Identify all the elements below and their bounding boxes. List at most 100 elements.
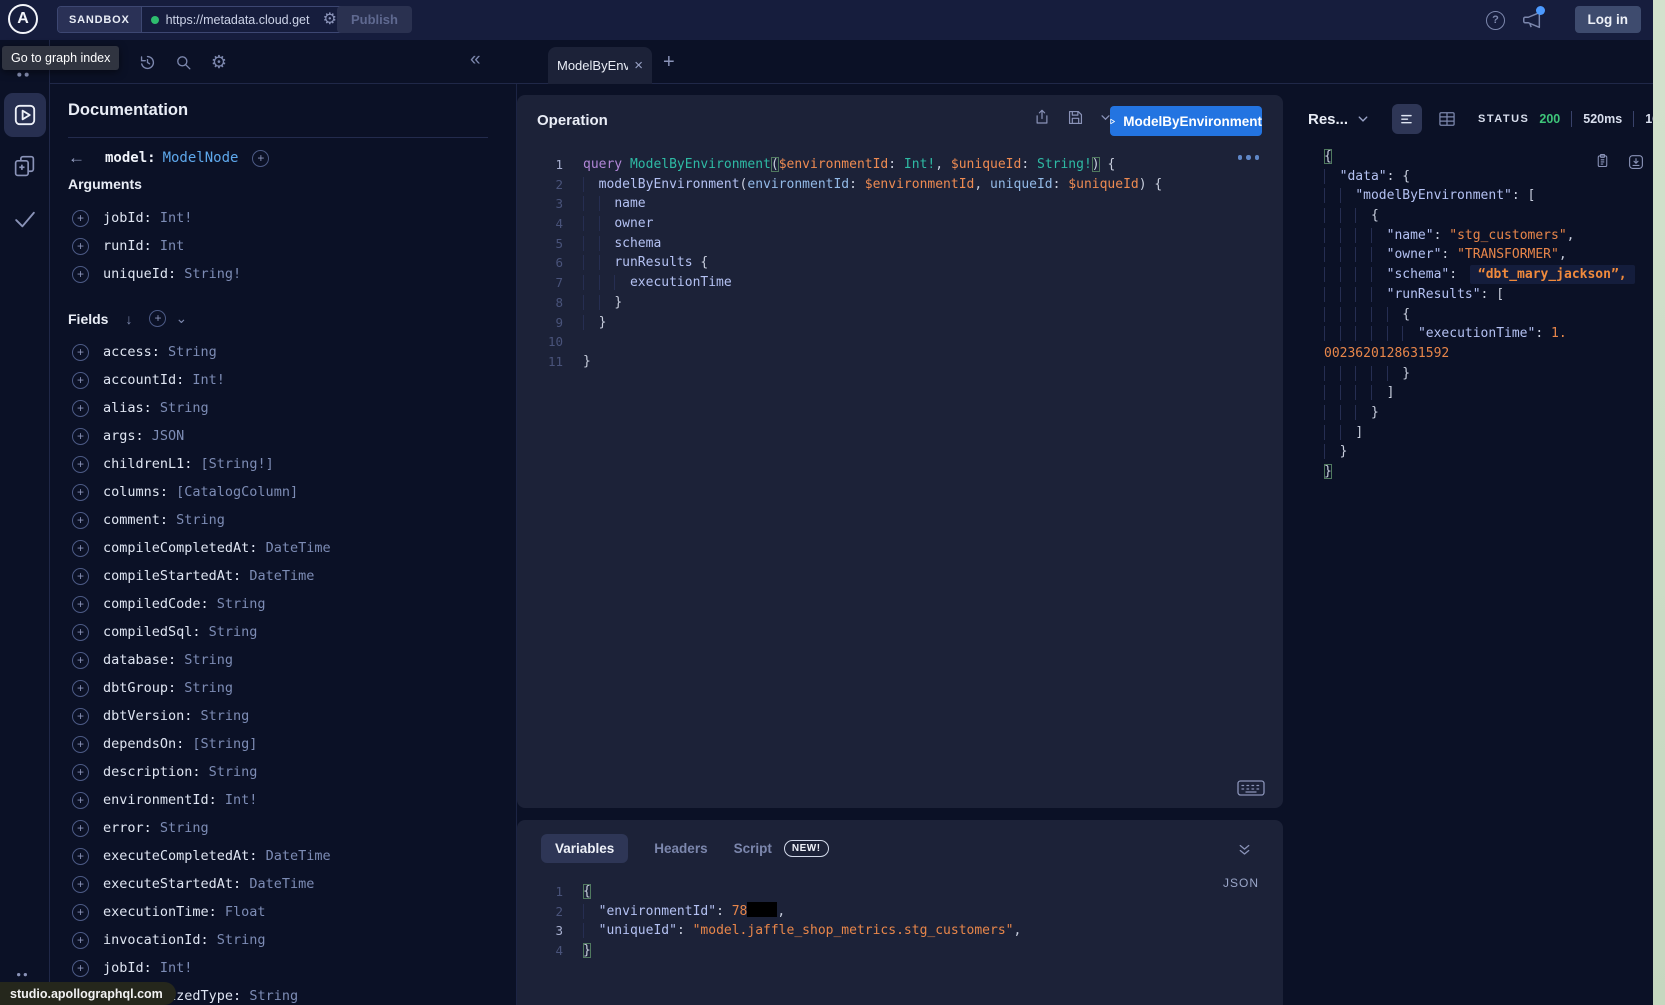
field-type[interactable]: String [249, 988, 298, 1004]
add-to-query-icon[interactable]: + [72, 372, 89, 389]
variables-editor[interactable]: 1{2 "environmentId": 78,3 "uniqueId": "m… [517, 882, 1283, 961]
field-type[interactable]: DateTime [266, 540, 331, 556]
add-to-query-icon[interactable]: + [72, 876, 89, 893]
add-to-query-icon[interactable]: + [72, 238, 89, 255]
field-type[interactable]: String [209, 764, 258, 780]
add-to-query-icon[interactable]: + [72, 568, 89, 585]
field-type[interactable]: Int [160, 238, 184, 254]
add-to-query-icon[interactable]: + [72, 680, 89, 697]
add-to-query-icon[interactable]: + [72, 400, 89, 417]
share-icon[interactable] [1033, 107, 1051, 127]
collapse-variables-icon[interactable] [1236, 842, 1253, 859]
operation-editor[interactable]: 1query ModelByEnvironment($environmentId… [517, 155, 1283, 372]
new-tab-button[interactable]: + [663, 51, 675, 74]
add-to-query-icon[interactable]: + [72, 792, 89, 809]
field-name[interactable]: compiledSql: [103, 624, 209, 640]
field-name[interactable]: database: [103, 652, 184, 668]
sort-fields-icon[interactable]: ↓ [125, 311, 132, 327]
field-name[interactable]: compileStartedAt: [103, 568, 249, 584]
add-all-fields-icon[interactable]: + [252, 150, 269, 167]
add-to-query-icon[interactable]: + [72, 428, 89, 445]
field-type[interactable]: String! [184, 266, 241, 282]
add-to-query-icon[interactable]: + [72, 484, 89, 501]
add-to-query-icon[interactable]: + [72, 848, 89, 865]
field-type[interactable]: String [217, 932, 266, 948]
add-to-query-icon[interactable]: + [72, 624, 89, 641]
field-type[interactable]: String [160, 400, 209, 416]
keyboard-shortcuts-icon[interactable] [1237, 779, 1265, 797]
field-name[interactable]: environmentId: [103, 792, 225, 808]
field-name[interactable]: invocationId: [103, 932, 217, 948]
field-type[interactable]: Int! [160, 960, 193, 976]
explorer-nav-icon[interactable] [4, 93, 46, 137]
response-body[interactable]: { "data": { "modelByEnvironment": [ { "n… [1324, 147, 1635, 482]
endpoint-url-text[interactable]: https://metadata.cloud.get [166, 13, 316, 27]
connection-settings-icon[interactable]: ⚙ [323, 12, 337, 28]
field-type[interactable]: [CatalogColumn] [176, 484, 298, 500]
field-name[interactable]: args: [103, 428, 152, 444]
field-name[interactable]: dbtVersion: [103, 708, 201, 724]
help-icon[interactable]: ? [1486, 11, 1505, 30]
response-dropdown-chevron-icon[interactable] [1357, 113, 1369, 125]
field-name[interactable]: childrenL1: [103, 456, 201, 472]
add-to-query-icon[interactable]: + [72, 596, 89, 613]
add-to-query-icon[interactable]: + [72, 210, 89, 227]
add-to-query-icon[interactable]: + [72, 708, 89, 725]
field-type[interactable]: String [209, 624, 258, 640]
apollo-logo[interactable]: A [8, 4, 38, 34]
field-name[interactable]: description: [103, 764, 209, 780]
add-to-query-icon[interactable]: + [72, 932, 89, 949]
field-type[interactable]: [String] [192, 736, 257, 752]
field-type[interactable]: DateTime [249, 568, 314, 584]
endpoint-url-input[interactable]: https://metadata.cloud.get ⚙ [142, 7, 352, 32]
close-tab-icon[interactable]: × [634, 57, 643, 74]
publish-button[interactable]: Publish [337, 6, 412, 33]
field-type[interactable]: String [184, 680, 233, 696]
add-to-query-icon[interactable]: + [72, 960, 89, 977]
add-to-query-icon[interactable]: + [72, 540, 89, 557]
field-name[interactable]: alias: [103, 400, 160, 416]
field-name[interactable]: runId: [103, 238, 160, 254]
settings-gear-icon[interactable]: ⚙ [208, 51, 230, 73]
add-to-query-icon[interactable]: + [72, 736, 89, 753]
field-name[interactable]: error: [103, 820, 160, 836]
field-name[interactable]: comment: [103, 512, 176, 528]
response-tree-view-button[interactable] [1392, 104, 1422, 134]
field-type[interactable]: Int! [160, 210, 193, 226]
tab-variables[interactable]: Variables [541, 834, 628, 863]
back-arrow-icon[interactable]: ← [68, 148, 105, 168]
field-name[interactable]: jobId: [103, 210, 160, 226]
field-type[interactable]: String [201, 708, 250, 724]
schema-diff-icon[interactable] [12, 153, 38, 179]
field-name[interactable]: compiledCode: [103, 596, 217, 612]
response-table-view-button[interactable] [1437, 109, 1457, 129]
field-name[interactable]: dbtGroup: [103, 680, 184, 696]
field-name[interactable]: executionTime: [103, 904, 225, 920]
add-to-query-icon[interactable]: + [72, 652, 89, 669]
field-name[interactable]: access: [103, 344, 168, 360]
field-type[interactable]: JSON [152, 428, 185, 444]
add-to-query-icon[interactable]: + [72, 344, 89, 361]
operation-tab[interactable]: ModelByEnvi... × [548, 47, 652, 84]
add-to-query-icon[interactable]: + [72, 764, 89, 781]
response-title[interactable]: Res... [1308, 111, 1348, 128]
run-operation-button[interactable]: ModelByEnvironment [1110, 106, 1262, 136]
field-name[interactable]: accountId: [103, 372, 192, 388]
add-to-query-icon[interactable]: + [72, 512, 89, 529]
field-type[interactable]: String [217, 596, 266, 612]
history-icon[interactable] [136, 51, 158, 73]
field-name[interactable]: executeCompletedAt: [103, 848, 266, 864]
field-type[interactable]: Int! [225, 792, 258, 808]
field-name[interactable]: jobId: [103, 960, 160, 976]
field-name[interactable]: compileCompletedAt: [103, 540, 266, 556]
login-button[interactable]: Log in [1575, 6, 1642, 33]
add-to-query-icon[interactable]: + [72, 904, 89, 921]
announcements-icon[interactable] [1521, 9, 1543, 31]
field-name[interactable]: columns: [103, 484, 176, 500]
field-type[interactable]: DateTime [266, 848, 331, 864]
field-name[interactable]: dependsOn: [103, 736, 192, 752]
tab-headers[interactable]: Headers [654, 841, 707, 856]
field-type[interactable]: String [184, 652, 233, 668]
field-name[interactable]: executeStartedAt: [103, 876, 249, 892]
field-type[interactable]: String [176, 512, 225, 528]
